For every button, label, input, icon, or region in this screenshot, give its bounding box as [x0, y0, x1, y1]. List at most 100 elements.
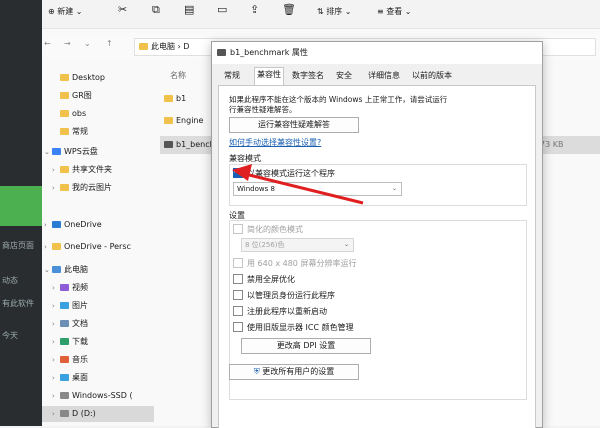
bg-text-today: 今天: [2, 331, 18, 340]
tab-digital-signature[interactable]: 数字签名: [290, 69, 326, 83]
disable-fullscreen-label: 禁用全屏优化: [247, 275, 295, 284]
nav-label: D (D:): [72, 409, 96, 418]
compat-mode-title: 兼容模式: [229, 154, 261, 163]
nav-item-d-drive[interactable]: › D (D:): [42, 406, 154, 422]
change-all-users-button[interactable]: ⛨ 更改所有用户的设置: [229, 364, 359, 380]
new-button[interactable]: ⊕ 新建 ⌄: [48, 6, 83, 17]
folder-icon: [52, 243, 61, 250]
nav-item-shared[interactable]: › 共享文件夹: [42, 162, 154, 178]
background-app: 商店页面 动态 有此软件 今天: [0, 0, 42, 426]
folder-icon: [60, 74, 69, 81]
compat-mode-label: 以兼容模式运行这个程序: [247, 169, 335, 178]
nav-label: 下载: [72, 337, 88, 346]
chevron-right-icon: ›: [52, 302, 55, 310]
nav-label: obs: [72, 109, 87, 118]
nav-item-windows-ssd[interactable]: › Windows-SSD (: [42, 388, 154, 404]
nav-item-wps[interactable]: ⌄ WPS云盘: [42, 144, 146, 160]
document-icon: [60, 320, 69, 327]
dialog-title: b1_benchmark 属性: [230, 48, 308, 57]
tab-compatibility[interactable]: 兼容性: [254, 67, 284, 85]
sort-button[interactable]: ⇅ 排序 ⌄: [317, 6, 352, 17]
nav-label: 音乐: [72, 355, 88, 364]
chevron-down-icon: ⌄: [44, 148, 50, 156]
reduced-color-label: 简化的颜色模式: [247, 225, 303, 234]
cut-icon[interactable]: ✂: [118, 3, 127, 16]
compatibility-panel: 如果此程序不能在这个版本的 Windows 上正常工作，请尝试运行 行兼容性疑难…: [218, 85, 536, 428]
nav-item-pictures[interactable]: › 图片: [42, 298, 154, 314]
nav-label: 文档: [72, 319, 88, 328]
file-row-b1[interactable]: b1: [164, 94, 186, 103]
register-restart-checkbox[interactable]: [233, 306, 243, 316]
nav-item-downloads[interactable]: › 下载: [42, 334, 154, 350]
up-icon[interactable]: ⌄: [84, 39, 91, 48]
picture-icon: [60, 302, 69, 309]
file-name: Engine: [176, 116, 204, 125]
file-row-engine[interactable]: Engine: [164, 116, 203, 125]
tab-details[interactable]: 详细信息: [366, 69, 402, 83]
nav-item-this-pc[interactable]: ⌄ 此电脑: [42, 262, 146, 278]
nav-item-onedrive[interactable]: › OneDrive: [42, 217, 146, 233]
nav-item-documents[interactable]: › 文档: [42, 316, 154, 332]
nav-item-music[interactable]: › 音乐: [42, 352, 154, 368]
color-depth-value: 8 位(256)色: [245, 241, 285, 249]
rename-icon[interactable]: ▭: [217, 3, 227, 16]
disable-fullscreen-checkbox[interactable]: [233, 274, 243, 284]
nav-item-cloud-images[interactable]: › 我的云图片: [42, 180, 154, 196]
view-button[interactable]: ≡ 查看 ⌄: [377, 6, 412, 17]
desktop-icon: [60, 374, 69, 381]
change-dpi-button[interactable]: 更改高 DPI 设置: [241, 338, 371, 354]
folder-icon: [60, 92, 69, 99]
folder-icon: [60, 184, 69, 191]
bg-text-store: 商店页面: [2, 241, 34, 250]
file-name: b1_bench: [176, 140, 215, 149]
nav-item-desktop-cn[interactable]: › 桌面: [42, 370, 154, 386]
tab-general[interactable]: 常规: [222, 69, 242, 83]
chevron-right-icon: ›: [52, 184, 55, 192]
paste-icon[interactable]: ▤: [184, 3, 194, 16]
copy-icon[interactable]: ⧉: [152, 3, 160, 17]
share-icon[interactable]: ⇪: [250, 3, 259, 16]
nav-item-onedrive-personal[interactable]: › OneDrive - Persc: [42, 239, 146, 255]
nav-item-desktop[interactable]: Desktop: [42, 70, 162, 86]
parent-folder-icon[interactable]: ↑: [106, 39, 113, 48]
tab-security[interactable]: 安全: [334, 69, 354, 83]
run-troubleshooter-button[interactable]: 运行兼容性疑难解答: [229, 117, 359, 133]
tab-previous-versions[interactable]: 以前的版本: [410, 69, 454, 83]
chevron-right-icon: ›: [52, 410, 55, 418]
chevron-down-icon: ⌄: [391, 185, 397, 192]
icc-color-label: 使用旧版显示器 ICC 颜色管理: [247, 323, 354, 332]
nav-label: 共享文件夹: [72, 165, 112, 174]
exe-icon: [164, 141, 173, 148]
color-depth-select[interactable]: 8 位(256)色 ⌄: [241, 238, 354, 252]
reduced-color-checkbox[interactable]: [233, 224, 243, 234]
manual-settings-link[interactable]: 如何手动选择兼容性设置?: [229, 137, 321, 148]
download-icon: [60, 338, 69, 345]
compat-mode-select[interactable]: Windows 8 ⌄: [233, 182, 402, 196]
computer-icon: [52, 266, 61, 273]
nav-item-gr[interactable]: GR图: [42, 88, 162, 104]
res-640-checkbox[interactable]: [233, 258, 243, 268]
nav-label: 图片: [72, 301, 88, 310]
nav-item-obs[interactable]: obs: [42, 106, 162, 122]
delete-icon[interactable]: 🗑: [282, 3, 296, 16]
cloud-icon: [52, 148, 61, 155]
run-as-admin-checkbox[interactable]: [233, 290, 243, 300]
chevron-right-icon: ›: [52, 166, 55, 174]
shield-icon: ⛨: [253, 367, 260, 376]
column-header-name[interactable]: 名称: [170, 70, 186, 81]
nav-item-videos[interactable]: › 视频: [42, 280, 154, 296]
icc-color-checkbox[interactable]: [233, 322, 243, 332]
nav-label: Desktop: [72, 73, 105, 82]
nav-label: 我的云图片: [72, 183, 112, 192]
chevron-down-icon: ⌄: [44, 266, 50, 274]
back-icon[interactable]: ←: [44, 39, 51, 48]
exe-icon: [217, 49, 226, 56]
nav-item-common[interactable]: 常规: [42, 124, 162, 140]
explorer-toolbar: ⊕ 新建 ⌄ ✂ ⧉ ▤ ▭ ⇪ 🗑 ⇅ 排序 ⌄ ≡ 查看 ⌄: [42, 0, 600, 29]
chevron-right-icon: ›: [52, 284, 55, 292]
nav-label: 桌面: [72, 373, 88, 382]
chevron-right-icon: ›: [52, 392, 55, 400]
dialog-titlebar: b1_benchmark 属性: [212, 42, 542, 64]
nav-label: 常规: [72, 127, 88, 136]
forward-icon[interactable]: →: [64, 39, 71, 48]
